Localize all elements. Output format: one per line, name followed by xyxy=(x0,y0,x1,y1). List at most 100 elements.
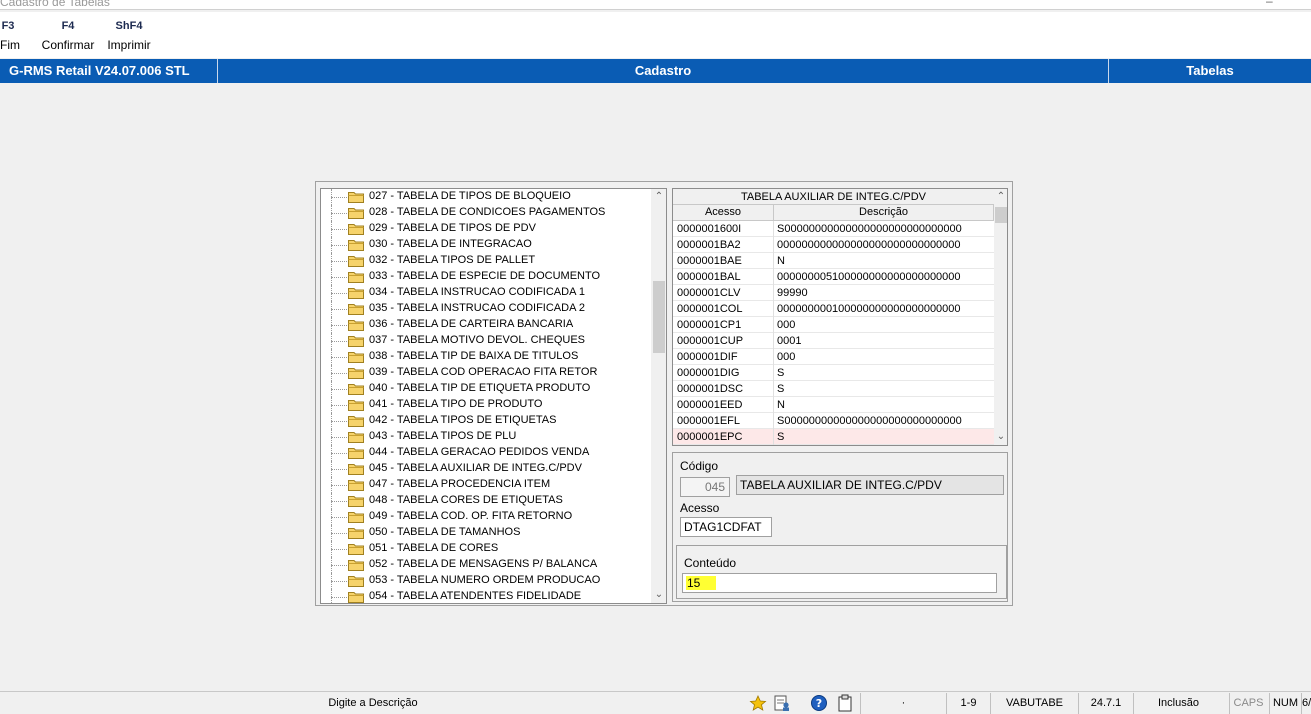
shf4-imprimir-button[interactable]: ShF4 Imprimir xyxy=(104,20,154,52)
tables-tree[interactable]: 027 - TABELA DE TIPOS DE BLOQUEIO 028 - T… xyxy=(320,188,667,604)
tree-item[interactable]: 047 - TABELA PROCEDENCIA ITEM xyxy=(321,477,651,493)
scroll-down-icon[interactable]: ⌄ xyxy=(651,587,666,603)
table-row[interactable]: 0000001DIG S xyxy=(673,365,994,381)
tree-line xyxy=(331,293,347,294)
scroll-thumb[interactable] xyxy=(995,207,1007,223)
tree-item[interactable]: 035 - TABELA INSTRUCAO CODIFICADA 2 xyxy=(321,301,651,317)
tree-item[interactable]: 054 - TABELA ATENDENTES FIDELIDADE xyxy=(321,589,651,603)
table-row[interactable]: 0000001CLV 99990 xyxy=(673,285,994,301)
conteudo-field[interactable]: 15 xyxy=(682,573,997,593)
folder-icon xyxy=(348,560,364,571)
acesso-cell: 0000001BA2 xyxy=(677,239,741,251)
acesso-cell: 0000001EPC xyxy=(677,431,743,443)
tree-line xyxy=(331,469,347,470)
minimize-button[interactable]: – xyxy=(1266,0,1273,8)
tree-item[interactable]: 032 - TABELA TIPOS DE PALLET xyxy=(321,253,651,269)
tree-item[interactable]: 053 - TABELA NUMERO ORDEM PRODUCAO xyxy=(321,573,651,589)
scroll-up-icon[interactable]: ⌃ xyxy=(651,189,666,205)
entries-grid[interactable]: TABELA AUXILIAR DE INTEG.C/PDV Acesso De… xyxy=(672,188,1008,446)
table-row[interactable]: 0000001EPC S xyxy=(673,429,994,445)
table-row[interactable]: 0000001DSC S xyxy=(673,381,994,397)
folder-icon xyxy=(348,544,364,555)
tree-line xyxy=(331,357,347,358)
tree-item[interactable]: 041 - TABELA TIPO DE PRODUTO xyxy=(321,397,651,413)
tree-item-label: 049 - TABELA COD. OP. FITA RETORNO xyxy=(369,510,573,522)
star-icon[interactable] xyxy=(748,694,768,712)
tree-item[interactable]: 028 - TABELA DE CONDICOES PAGAMENTOS xyxy=(321,205,651,221)
folder-icon xyxy=(348,576,364,587)
acesso-cell: 0000001DSC xyxy=(677,383,744,395)
grid-scrollbar[interactable]: ⌃ ⌄ xyxy=(994,189,1007,445)
tree-item-label: 045 - TABELA AUXILIAR DE INTEG.C/PDV xyxy=(369,462,582,474)
help-icon[interactable]: ? xyxy=(809,694,829,712)
folder-icon xyxy=(348,272,364,283)
fkey-action: Fim xyxy=(0,38,20,52)
fkey-action: Confirmar xyxy=(41,38,95,52)
table-row[interactable]: 0000001600I S0000000000000000000000000000… xyxy=(673,221,994,237)
scroll-up-icon[interactable]: ⌃ xyxy=(994,189,1007,205)
tree-item[interactable]: 044 - TABELA GERACAO PEDIDOS VENDA xyxy=(321,445,651,461)
scroll-down-icon[interactable]: ⌄ xyxy=(994,429,1007,445)
section-title: Tabelas xyxy=(1186,63,1234,78)
table-row[interactable]: 0000001COL 000000000100000000000000000000 xyxy=(673,301,994,317)
table-row[interactable]: 0000001EFL S00000000000000000000000000000 xyxy=(673,413,994,429)
column-header-descricao[interactable]: Descrição xyxy=(774,205,994,221)
tree-item[interactable]: 052 - TABELA DE MENSAGENS P/ BALANCA xyxy=(321,557,651,573)
acesso-cell: 0000001EFL xyxy=(677,415,740,427)
codigo-field[interactable]: 045 xyxy=(680,477,730,497)
acesso-cell: 0000001CLV xyxy=(677,287,741,299)
window-titlebar: Cadastro de Tabelas – xyxy=(0,0,1311,10)
folder-icon xyxy=(348,368,364,379)
clipboard-icon[interactable] xyxy=(835,694,855,712)
tree-item[interactable]: 049 - TABELA COD. OP. FITA RETORNO xyxy=(321,509,651,525)
table-row[interactable]: 0000001EED N xyxy=(673,397,994,413)
conteudo-label: Conteúdo xyxy=(684,556,737,570)
extra-indicator: 6/ xyxy=(1301,693,1311,714)
tree-item[interactable]: 051 - TABELA DE CORES xyxy=(321,541,651,557)
tree-item-label: 041 - TABELA TIPO DE PRODUTO xyxy=(369,398,543,410)
acesso-field[interactable]: DTAG1CDFAT xyxy=(680,517,772,537)
tree-item-label: 042 - TABELA TIPOS DE ETIQUETAS xyxy=(369,414,557,426)
tree-item[interactable]: 050 - TABELA DE TAMANHOS xyxy=(321,525,651,541)
tree-line xyxy=(331,213,347,214)
tree-item[interactable]: 029 - TABELA DE TIPOS DE PDV xyxy=(321,221,651,237)
column-header-acesso[interactable]: Acesso xyxy=(673,205,774,221)
table-row[interactable]: 0000001CUP 0001 xyxy=(673,333,994,349)
acesso-label: Acesso xyxy=(680,501,720,515)
tree-line xyxy=(331,533,347,534)
folder-icon xyxy=(348,480,364,491)
tree-item[interactable]: 027 - TABELA DE TIPOS DE BLOQUEIO xyxy=(321,189,651,205)
tree-item[interactable]: 039 - TABELA COD OPERACAO FITA RETOR xyxy=(321,365,651,381)
tree-item[interactable]: 043 - TABELA TIPOS DE PLU xyxy=(321,429,651,445)
folder-icon xyxy=(348,288,364,299)
f4-confirmar-button[interactable]: F4 Confirmar xyxy=(40,20,96,52)
f3-fim-button[interactable]: F3 Fim xyxy=(0,20,20,52)
scroll-thumb[interactable] xyxy=(653,281,665,353)
folder-icon xyxy=(348,224,364,235)
tree-scrollbar[interactable]: ⌃ ⌄ xyxy=(651,189,666,603)
status-indicator: · xyxy=(860,693,946,714)
table-row[interactable]: 0000001DIF 000 xyxy=(673,349,994,365)
table-row[interactable]: 0000001BAL 000000005100000000000000000000 xyxy=(673,269,994,285)
tree-item[interactable]: 048 - TABELA CORES DE ETIQUETAS xyxy=(321,493,651,509)
status-bar: Digite a Descrição ? · 1-9 VABUTABE 24.7… xyxy=(0,691,1311,714)
tree-item[interactable]: 045 - TABELA AUXILIAR DE INTEG.C/PDV xyxy=(321,461,651,477)
tree-item[interactable]: 033 - TABELA DE ESPECIE DE DOCUMENTO xyxy=(321,269,651,285)
tree-item-label: 029 - TABELA DE TIPOS DE PDV xyxy=(369,222,536,234)
descricao-cell: 000000000000000000000000000000 xyxy=(777,239,961,251)
tree-line xyxy=(331,229,347,230)
table-row[interactable]: 0000001BAE N xyxy=(673,253,994,269)
descricao-cell: 99990 xyxy=(777,287,808,299)
user-document-icon[interactable] xyxy=(772,694,792,712)
tree-item[interactable]: 037 - TABELA MOTIVO DEVOL. CHEQUES xyxy=(321,333,651,349)
tree-item[interactable]: 030 - TABELA DE INTEGRACAO xyxy=(321,237,651,253)
tree-item[interactable]: 036 - TABELA DE CARTEIRA BANCARIA xyxy=(321,317,651,333)
tree-item[interactable]: 042 - TABELA TIPOS DE ETIQUETAS xyxy=(321,413,651,429)
table-row[interactable]: 0000001CP1 000 xyxy=(673,317,994,333)
folder-icon xyxy=(348,320,364,331)
table-row[interactable]: 0000001BA2 000000000000000000000000000000 xyxy=(673,237,994,253)
acesso-cell: 0000001DIF xyxy=(677,351,738,363)
tree-item[interactable]: 040 - TABELA TIP DE ETIQUETA PRODUTO xyxy=(321,381,651,397)
tree-item[interactable]: 038 - TABELA TIP DE BAIXA DE TITULOS xyxy=(321,349,651,365)
tree-item[interactable]: 034 - TABELA INSTRUCAO CODIFICADA 1 xyxy=(321,285,651,301)
